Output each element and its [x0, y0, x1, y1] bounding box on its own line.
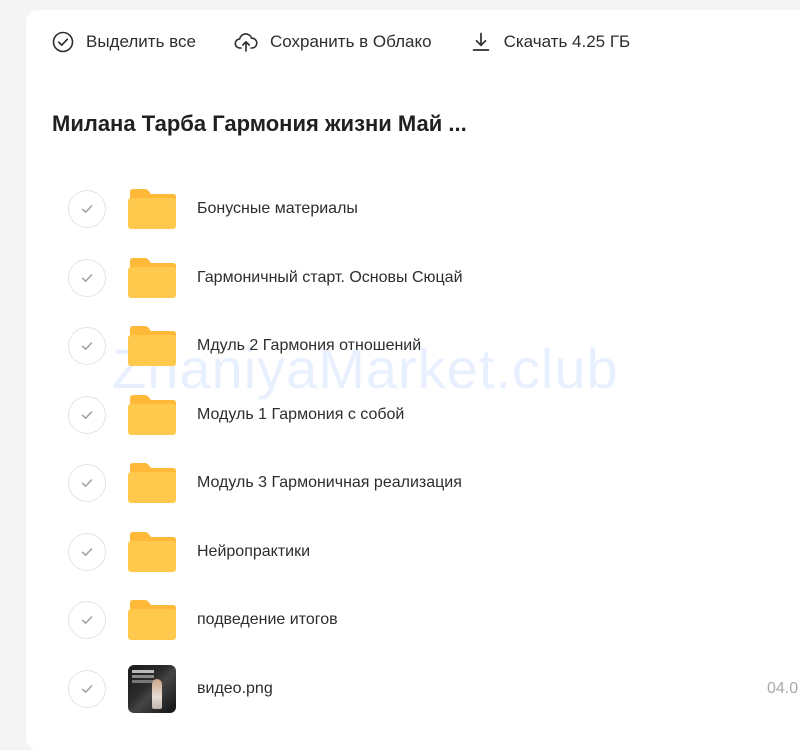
folder-thumbnail	[127, 323, 177, 369]
folder-icon	[128, 394, 176, 435]
folder-thumbnail	[127, 186, 177, 232]
select-checkbox[interactable]	[68, 601, 106, 640]
select-checkbox[interactable]	[68, 395, 106, 434]
folder-thumbnail	[127, 255, 177, 301]
list-item[interactable]: подведение итогов	[0, 586, 800, 655]
check-circle-icon	[52, 31, 74, 53]
select-checkbox[interactable]	[68, 669, 106, 708]
list-item[interactable]: Гармоничный старт. Основы Сюцай	[0, 244, 800, 313]
folder-thumbnail	[127, 460, 177, 506]
check-icon	[81, 205, 93, 214]
toolbar: Выделить все Сохранить в Облако Скачать …	[52, 28, 668, 56]
list-item[interactable]: Бонусные материалы	[0, 175, 800, 244]
image-thumbnail	[127, 664, 177, 713]
item-name: Бонусные материалы	[197, 200, 358, 218]
item-name: подведение итогов	[197, 611, 338, 629]
folder-icon	[128, 189, 176, 230]
check-icon	[81, 479, 93, 488]
select-checkbox[interactable]	[68, 190, 106, 229]
folder-icon	[128, 257, 176, 298]
download-icon	[472, 32, 489, 51]
cloud-upload-icon	[234, 33, 258, 52]
item-name: видео.png	[197, 679, 273, 697]
file-list: Бонусные материалы Гармоничный старт. Ос…	[0, 175, 800, 723]
check-icon	[81, 547, 93, 556]
folder-icon	[128, 600, 176, 641]
folder-icon	[128, 531, 176, 572]
list-item[interactable]: Мдуль 2 Гармония отношений	[0, 312, 800, 381]
item-name: Модуль 1 Гармония с собой	[197, 405, 405, 423]
select-all-button[interactable]: Выделить все	[52, 31, 196, 53]
item-name: Модуль 3 Гармоничная реализация	[197, 474, 462, 492]
check-icon	[81, 684, 93, 693]
item-name: Нейропрактики	[197, 542, 311, 560]
list-item[interactable]: Модуль 3 Гармоничная реализация	[0, 449, 800, 518]
item-name: Гармоничный старт. Основы Сюцай	[197, 268, 463, 286]
folder-icon	[128, 326, 176, 367]
check-icon	[81, 342, 93, 351]
folder-thumbnail	[127, 597, 177, 643]
list-item[interactable]: видео.png 04.0	[0, 655, 800, 724]
select-checkbox[interactable]	[68, 258, 106, 297]
folder-thumbnail	[127, 529, 177, 575]
select-checkbox[interactable]	[68, 464, 106, 503]
folder-icon	[128, 463, 176, 504]
download-label: Скачать 4.25 ГБ	[503, 32, 631, 51]
save-to-cloud-label: Сохранить в Облако	[269, 32, 432, 51]
folder-title: Милана Тарба Гармония жизни Май ...	[52, 111, 467, 136]
item-date: 04.0	[767, 679, 799, 697]
check-icon	[81, 616, 93, 625]
select-checkbox[interactable]	[68, 532, 106, 571]
list-item[interactable]: Нейропрактики	[0, 518, 800, 587]
list-item[interactable]: Модуль 1 Гармония с собой	[0, 381, 800, 450]
select-checkbox[interactable]	[68, 327, 106, 366]
folder-thumbnail	[127, 392, 177, 438]
image-preview	[128, 664, 176, 713]
check-icon	[81, 273, 93, 282]
download-button[interactable]: Скачать 4.25 ГБ	[470, 31, 631, 53]
check-icon	[81, 410, 93, 419]
save-to-cloud-button[interactable]: Сохранить в Облако	[234, 31, 432, 53]
item-name: Мдуль 2 Гармония отношений	[197, 337, 422, 355]
select-all-label: Выделить все	[86, 32, 196, 51]
